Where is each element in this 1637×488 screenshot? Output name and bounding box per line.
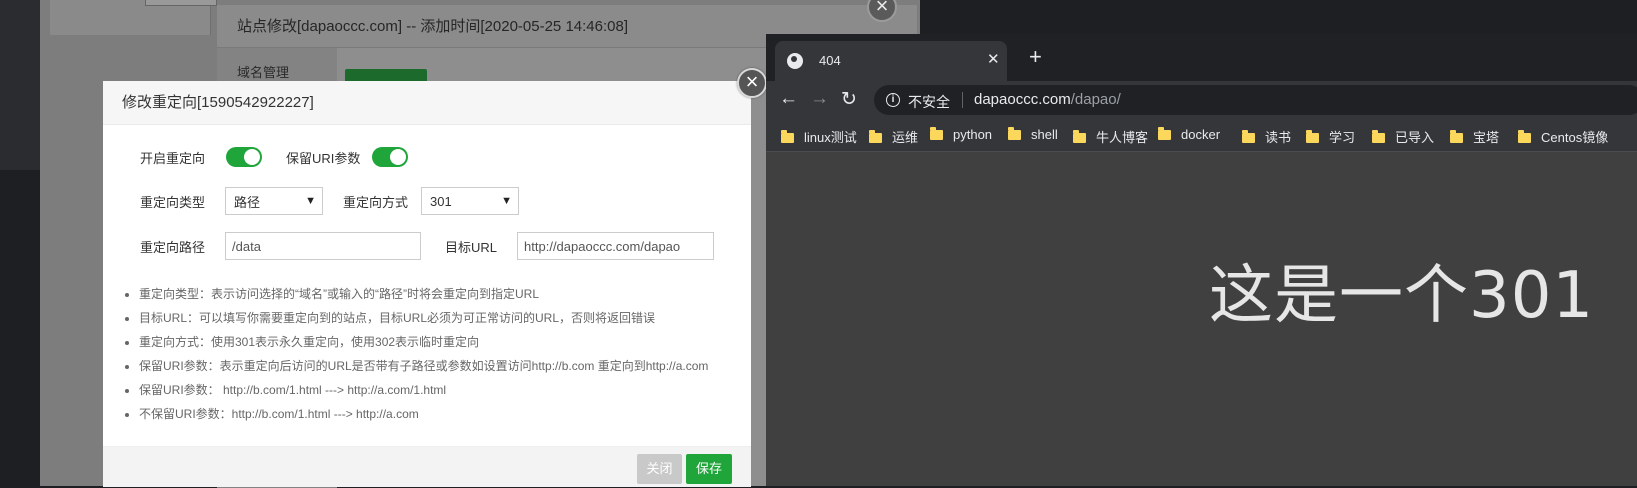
folder-icon xyxy=(1158,127,1171,140)
redirect-path-input[interactable]: /data xyxy=(225,232,422,260)
tab-close-icon[interactable]: ✕ xyxy=(987,50,1000,68)
target-url-input[interactable]: http://dapaoccc.com/dapao xyxy=(517,232,715,260)
browser-window: 404 ✕ + ← → ↻ i 不安全 dapaoccc.com/dapao/ … xyxy=(766,34,1637,486)
folder-icon xyxy=(1518,130,1531,143)
folder-icon xyxy=(930,127,943,140)
bookmark-item[interactable]: 牛人博客 xyxy=(1073,127,1148,146)
redirect-dialog-title: 修改重定向[1590542922227] xyxy=(103,81,751,125)
globe-icon xyxy=(787,53,803,69)
folder-icon xyxy=(781,130,794,143)
folder-icon xyxy=(1372,130,1385,143)
bookmark-item[interactable]: 学习 xyxy=(1306,127,1355,146)
help-note: 保留URI参数： http://b.com/1.html ---> http:/… xyxy=(139,378,708,402)
redirect-dialog-close-icon[interactable]: × xyxy=(737,68,767,98)
new-tab-plus-icon[interactable]: + xyxy=(1029,44,1042,70)
chevron-down-icon: ▼ xyxy=(305,195,317,207)
redirect-type-select[interactable]: 路径 ▼ xyxy=(225,187,324,215)
redirect-type-label: 重定向类型 xyxy=(140,194,206,210)
page-heading: 这是一个301 xyxy=(1209,259,1595,333)
folder-icon xyxy=(1306,130,1319,143)
omnibox-divider xyxy=(962,92,963,108)
tab-title: 404 xyxy=(819,53,841,68)
redirect-method-select[interactable]: 301 ▼ xyxy=(421,187,520,215)
save-button[interactable]: 保存 xyxy=(686,454,732,484)
type-row: 重定向类型 路径 ▼ 重定向方式 301 ▼ xyxy=(140,187,520,215)
page-content: 这是一个301 xyxy=(766,152,1637,486)
left-sidebar xyxy=(0,0,40,170)
help-notes: 重定向类型：表示访问选择的“域名”或输入的“路径”时将会重定向到指定URL 目标… xyxy=(121,282,708,426)
browser-tab[interactable]: 404 ✕ xyxy=(775,41,1007,81)
help-note: 保留URI参数：表示重定向后访问的URL是否带有子路径或参数如设置访问http:… xyxy=(139,354,708,378)
reload-icon[interactable]: ↻ xyxy=(841,88,857,111)
keep-uri-label: 保留URI参数 xyxy=(286,150,361,166)
insecure-label: 不安全 xyxy=(908,94,950,110)
bookmark-item[interactable]: linux测试 xyxy=(781,127,857,146)
help-note: 重定向方式：使用301表示永久重定向，使用302表示临时重定向 xyxy=(139,330,708,354)
menu-item-domain[interactable]: 域名管理 xyxy=(217,48,337,81)
redirect-type-value: 路径 xyxy=(234,194,261,210)
folder-icon xyxy=(1008,127,1021,140)
redirect-dialog: 修改重定向[1590542922227] 开启重定向 保留URI参数 重定向类型… xyxy=(103,81,751,487)
enable-redirect-toggle[interactable] xyxy=(226,147,263,167)
bookmarks-bar: linux测试 运维 python shell 牛人博客 docker 读书 学… xyxy=(766,119,1637,152)
help-note: 目标URL：可以填写你需要重定向到的站点，目标URL必须为可正常访问的URL，否… xyxy=(139,306,708,330)
redirect-method-value: 301 xyxy=(430,193,452,209)
folder-icon xyxy=(869,130,882,143)
dialog-footer: 关闭 保存 xyxy=(103,446,751,487)
info-icon[interactable]: i xyxy=(886,93,900,107)
bookmark-item[interactable]: 运维 xyxy=(869,127,918,146)
folder-icon xyxy=(1242,130,1255,143)
bookmark-item[interactable]: python xyxy=(930,127,992,142)
help-note: 重定向类型：表示访问选择的“域名”或输入的“路径”时将会重定向到指定URL xyxy=(139,282,708,306)
bookmark-item[interactable]: shell xyxy=(1008,127,1058,142)
redirect-path-label: 重定向路径 xyxy=(140,239,206,255)
switch-row: 开启重定向 保留URI参数 xyxy=(140,147,409,167)
enable-redirect-label: 开启重定向 xyxy=(140,150,206,166)
bookmark-item[interactable]: 已导入 xyxy=(1372,127,1434,146)
url-text[interactable]: dapaoccc.com/dapao/ xyxy=(974,91,1121,108)
bookmark-item[interactable]: Centos镜像 xyxy=(1518,127,1608,146)
chevron-down-icon: ▼ xyxy=(501,195,513,207)
browser-toolbar: ← → ↻ i 不安全 dapaoccc.com/dapao/ xyxy=(766,81,1637,119)
folder-icon xyxy=(1450,130,1463,143)
folder-icon xyxy=(1073,130,1086,143)
url-path: /dapao/ xyxy=(1070,91,1121,108)
forward-arrow-icon[interactable]: → xyxy=(810,88,829,110)
address-bar[interactable]: i 不安全 dapaoccc.com/dapao/ xyxy=(874,85,1637,115)
back-arrow-icon[interactable]: ← xyxy=(779,88,798,110)
path-row: 重定向路径 /data 目标URL http://dapaoccc.com/da… xyxy=(140,232,715,260)
help-note: 不保留URI参数：http://b.com/1.html ---> http:/… xyxy=(139,402,708,426)
keep-uri-toggle[interactable] xyxy=(372,147,409,167)
close-button[interactable]: 关闭 xyxy=(637,454,682,484)
bookmark-item[interactable]: 读书 xyxy=(1242,127,1291,146)
bookmark-item[interactable]: 宝塔 xyxy=(1450,127,1499,146)
url-host: dapaoccc.com xyxy=(974,91,1071,108)
target-url-label: 目标URL xyxy=(445,239,498,255)
redirect-method-label: 重定向方式 xyxy=(343,194,409,210)
bookmark-item[interactable]: docker xyxy=(1158,127,1220,142)
background-toolbar xyxy=(50,0,217,35)
